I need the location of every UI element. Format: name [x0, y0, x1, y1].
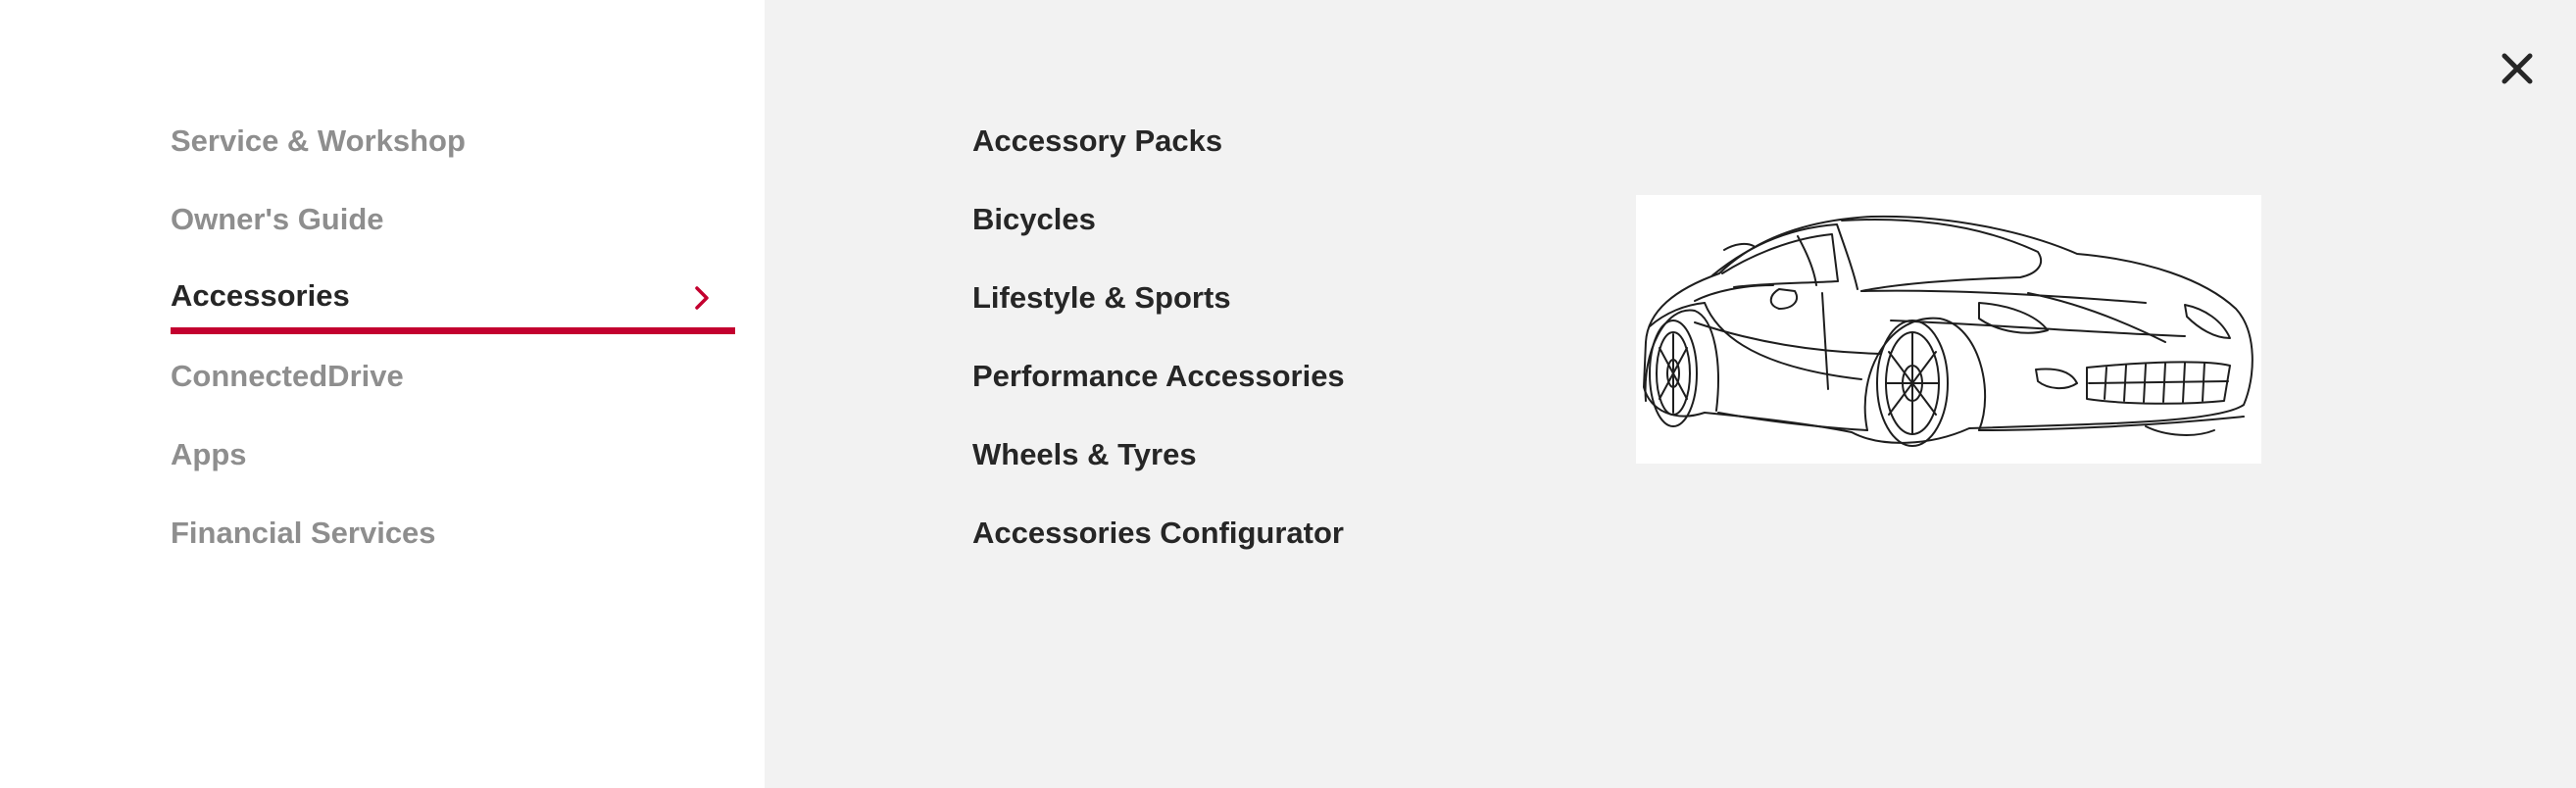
secondary-nav-item-accessories-configurator[interactable]: Accessories Configurator	[972, 508, 1345, 586]
primary-nav-item-label: ConnectedDrive	[171, 359, 404, 393]
chevron-right-icon	[695, 286, 709, 310]
secondary-nav-item-lifestyle-sports[interactable]: Lifestyle & Sports	[972, 272, 1345, 351]
secondary-nav-item-label: Accessory Packs	[972, 123, 1223, 158]
primary-nav-item-owners-guide[interactable]: Owner's Guide	[171, 194, 735, 272]
sports-car-sketch-icon	[1643, 215, 2254, 447]
secondary-nav-item-label: Performance Accessories	[972, 359, 1345, 393]
secondary-nav-item-accessory-packs[interactable]: Accessory Packs	[972, 116, 1345, 194]
secondary-nav-item-wheels-tyres[interactable]: Wheels & Tyres	[972, 429, 1345, 508]
secondary-nav-item-performance-accessories[interactable]: Performance Accessories	[972, 351, 1345, 429]
primary-nav: Service & Workshop Owner's Guide Accesso…	[171, 116, 735, 586]
primary-nav-item-label: Service & Workshop	[171, 123, 466, 158]
primary-nav-item-label: Financial Services	[171, 516, 436, 550]
primary-nav-panel: Service & Workshop Owner's Guide Accesso…	[0, 0, 765, 788]
secondary-nav-item-label: Wheels & Tyres	[972, 437, 1197, 471]
secondary-nav: Accessory Packs Bicycles Lifestyle & Spo…	[972, 116, 1345, 586]
secondary-nav-item-label: Accessories Configurator	[972, 516, 1344, 550]
primary-nav-item-label: Accessories	[171, 278, 350, 313]
primary-nav-item-label: Apps	[171, 437, 247, 471]
close-button[interactable]	[2498, 49, 2537, 88]
close-icon	[2502, 53, 2533, 84]
primary-nav-item-label: Owner's Guide	[171, 202, 384, 236]
primary-nav-item-financial-services[interactable]: Financial Services	[171, 508, 735, 586]
primary-nav-item-service-workshop[interactable]: Service & Workshop	[171, 116, 735, 194]
secondary-nav-item-label: Lifestyle & Sports	[972, 280, 1231, 315]
primary-nav-item-connecteddrive[interactable]: ConnectedDrive	[171, 351, 735, 429]
secondary-nav-item-bicycles[interactable]: Bicycles	[972, 194, 1345, 272]
menu-overlay: Service & Workshop Owner's Guide Accesso…	[0, 0, 2576, 788]
active-item-underline	[171, 327, 735, 334]
promo-car-image[interactable]	[1636, 195, 2261, 464]
primary-nav-item-accessories[interactable]: Accessories	[171, 272, 735, 351]
primary-nav-item-apps[interactable]: Apps	[171, 429, 735, 508]
secondary-nav-item-label: Bicycles	[972, 202, 1096, 236]
